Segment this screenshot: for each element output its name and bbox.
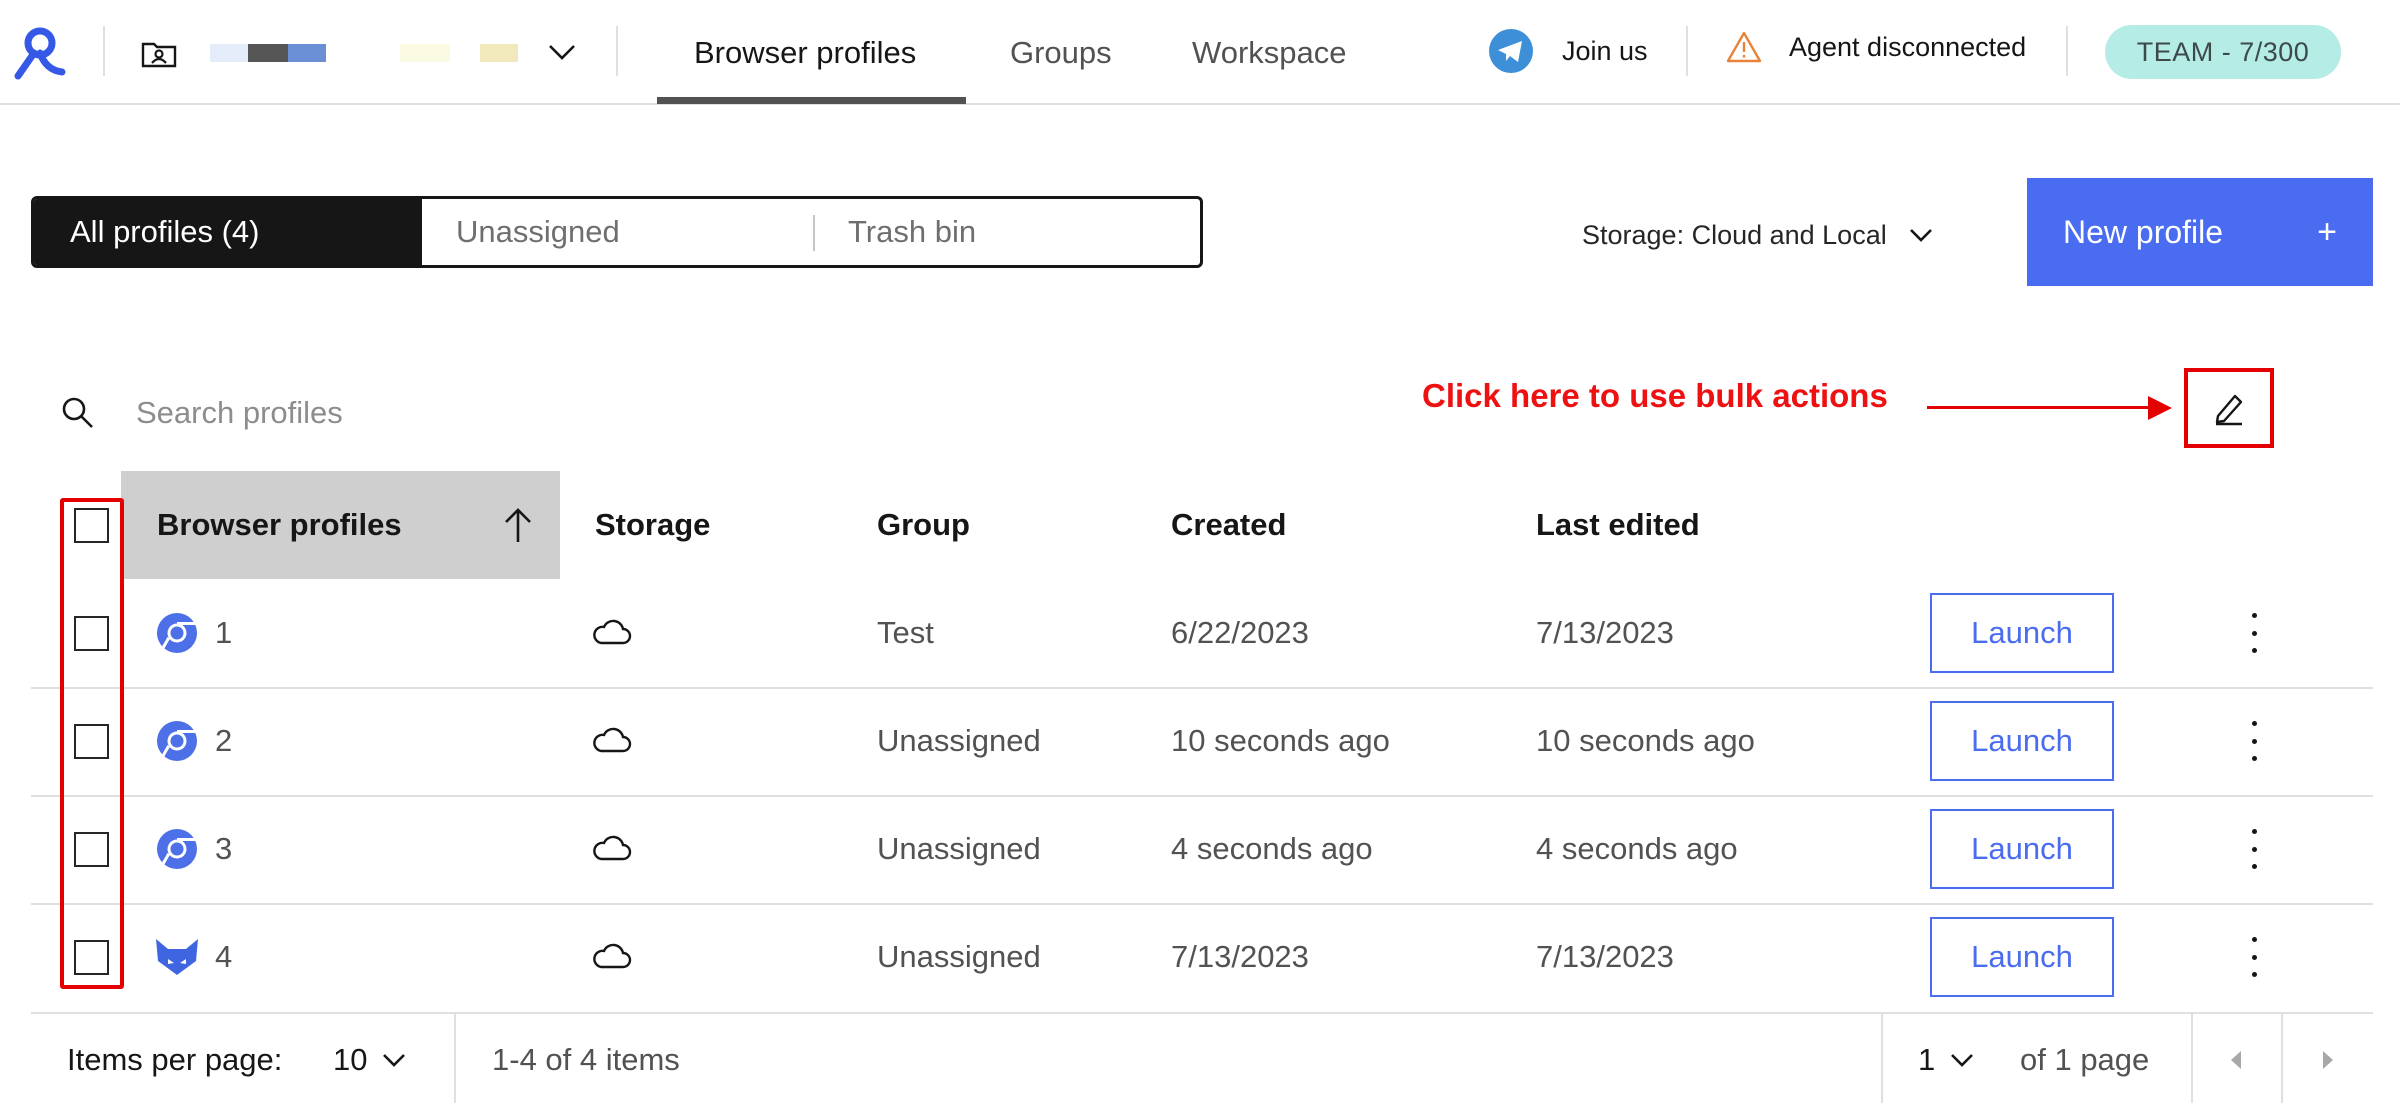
team-plan-badge[interactable]: TEAM - 7/300: [2105, 25, 2341, 79]
table-row: 3 Unassigned 4 seconds ago 4 seconds ago…: [31, 795, 2373, 903]
agent-status-text: Agent disconnected: [1789, 31, 2027, 62]
launch-button[interactable]: Launch: [1930, 701, 2114, 781]
items-per-page-value: 10: [333, 1041, 368, 1077]
storage-filter-dropdown[interactable]: Storage: Cloud and Local: [1582, 205, 1935, 265]
join-us-link[interactable]: Join us: [1562, 26, 1648, 76]
created-cell: 7/13/2023: [1171, 939, 1309, 974]
row-overflow-menu-icon[interactable]: [2246, 613, 2262, 653]
pagination-bar: Items per page: 10 1-4 of 4 items 1 of 1…: [31, 1012, 2373, 1103]
group-cell: Unassigned: [877, 939, 1041, 974]
new-profile-label: New profile: [2063, 213, 2224, 250]
workspace-folder-icon[interactable]: [141, 38, 177, 68]
cloud-icon: [591, 941, 633, 971]
chrome-icon: [156, 720, 198, 762]
cloud-icon: [591, 833, 633, 863]
items-per-page-select[interactable]: 10: [333, 1014, 407, 1103]
page-select[interactable]: 1: [1918, 1014, 1975, 1103]
chrome-icon: [156, 828, 198, 870]
chevron-down-icon: [1907, 225, 1935, 245]
search-input[interactable]: Search profiles: [136, 395, 343, 431]
group-cell: Test: [877, 615, 934, 650]
divider: [2066, 26, 2068, 76]
workspace-chevron-down-icon[interactable]: [546, 40, 578, 64]
last-edited-cell: 4 seconds ago: [1536, 831, 1738, 866]
page-number: 1: [1918, 1041, 1936, 1077]
fox-icon: [154, 937, 200, 977]
tab-browser-profiles[interactable]: Browser profiles: [694, 0, 916, 105]
workspace-name-redacted[interactable]: [210, 44, 530, 64]
divider: [454, 1014, 456, 1103]
cloud-icon: [591, 725, 633, 755]
profile-name[interactable]: 3: [215, 795, 232, 903]
divider: [616, 26, 618, 76]
search-icon: [60, 395, 96, 431]
chevron-down-icon: [381, 1051, 407, 1069]
created-cell: 10 seconds ago: [1171, 723, 1390, 758]
divider: [1686, 26, 1688, 76]
profile-filter-tabs: All profiles (4) Unassigned Trash bin: [31, 196, 1203, 268]
cloud-icon: [591, 617, 633, 647]
top-bar: Browser profiles Groups Workspace Join u…: [0, 0, 2400, 105]
app-logo[interactable]: [10, 26, 66, 80]
table-row: 1 Test 6/22/2023 7/13/2023 Launch: [31, 579, 2373, 687]
tab-all-profiles[interactable]: All profiles (4): [34, 199, 422, 265]
bulk-edit-icon[interactable]: [2209, 388, 2249, 428]
column-header-browser-profiles[interactable]: Browser profiles: [157, 471, 402, 579]
launch-button[interactable]: Launch: [1930, 593, 2114, 673]
bulk-actions-highlight: [2184, 368, 2274, 448]
annotation-arrow-head: [2148, 396, 2172, 420]
sort-ascending-icon[interactable]: [502, 506, 534, 544]
active-tab-indicator: [657, 97, 966, 104]
checkbox-column-highlight: [60, 498, 124, 989]
column-header-group[interactable]: Group: [877, 471, 970, 579]
tab-workspace[interactable]: Workspace: [1192, 0, 1347, 105]
last-edited-cell: 7/13/2023: [1536, 939, 1674, 974]
tab-groups[interactable]: Groups: [1010, 0, 1112, 105]
search-bar[interactable]: Search profiles: [60, 382, 343, 444]
launch-button[interactable]: Launch: [1930, 809, 2114, 889]
divider: [1881, 1014, 1883, 1103]
annotation-arrow-line: [1927, 406, 2152, 409]
created-cell: 6/22/2023: [1171, 615, 1309, 650]
previous-page-icon[interactable]: [2191, 1014, 2281, 1103]
table-row: 2 Unassigned 10 seconds ago 10 seconds a…: [31, 687, 2373, 795]
profile-name[interactable]: 2: [215, 687, 232, 795]
new-profile-button[interactable]: New profile +: [2027, 178, 2373, 286]
column-header-storage[interactable]: Storage: [595, 471, 710, 579]
items-per-page-label: Items per page:: [67, 1041, 283, 1077]
column-header-last-edited[interactable]: Last edited: [1536, 471, 1700, 579]
divider: [103, 26, 105, 76]
launch-button[interactable]: Launch: [1930, 917, 2114, 997]
bulk-actions-annotation: Click here to use bulk actions: [1422, 377, 1888, 414]
storage-filter-label: Storage: Cloud and Local: [1582, 219, 1887, 250]
table-row: 4 Unassigned 7/13/2023 7/13/2023 Launch: [31, 903, 2373, 1011]
profile-name[interactable]: 4: [215, 903, 232, 1011]
group-cell: Unassigned: [877, 831, 1041, 866]
row-overflow-menu-icon[interactable]: [2246, 721, 2262, 761]
chevron-down-icon: [1949, 1051, 1975, 1069]
tab-unassigned[interactable]: Unassigned: [422, 199, 814, 265]
row-overflow-menu-icon[interactable]: [2246, 937, 2262, 977]
column-header-created[interactable]: Created: [1171, 471, 1286, 579]
chrome-icon: [156, 612, 198, 654]
pagination-range: 1-4 of 4 items: [492, 1041, 680, 1077]
row-overflow-menu-icon[interactable]: [2246, 829, 2262, 869]
tab-trash-bin[interactable]: Trash bin: [814, 199, 1200, 265]
created-cell: 4 seconds ago: [1171, 831, 1373, 866]
telegram-icon[interactable]: [1488, 28, 1534, 74]
page-count: of 1 page: [2020, 1041, 2150, 1077]
plus-icon: +: [2317, 212, 2337, 251]
group-cell: Unassigned: [877, 723, 1041, 758]
warning-icon: [1726, 30, 1762, 64]
last-edited-cell: 7/13/2023: [1536, 615, 1674, 650]
next-page-icon[interactable]: [2283, 1014, 2373, 1103]
profile-name[interactable]: 1: [215, 579, 232, 687]
last-edited-cell: 10 seconds ago: [1536, 723, 1755, 758]
